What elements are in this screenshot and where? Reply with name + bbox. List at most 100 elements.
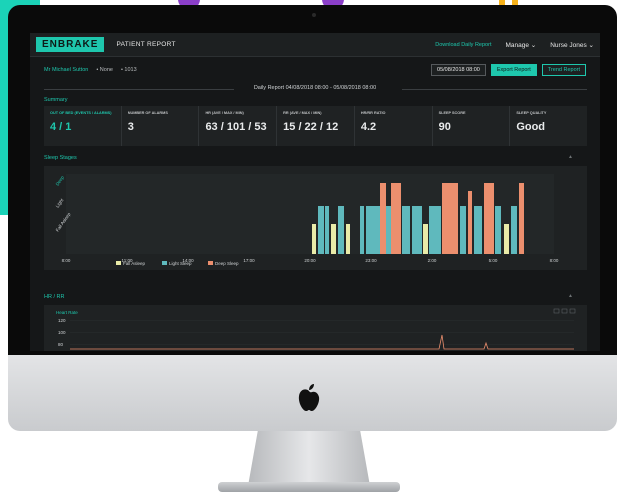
header-actions: Download Daily Report Manage ⌄ Nurse Jon… <box>435 41 594 49</box>
sleep-stage-bar <box>380 183 386 254</box>
sleep-stage-bar <box>325 206 329 254</box>
chevron-down-icon: ⌄ <box>588 41 594 49</box>
hr-series-line <box>70 334 574 350</box>
monitor-camera <box>312 13 316 17</box>
patient-bed: • 1013 <box>120 67 137 73</box>
manage-menu-label: Manage <box>505 41 529 49</box>
patient-info-row: Mr Michael Sutton • None • 1013 05/08/20… <box>30 59 600 81</box>
sleep-stage-bar <box>338 206 344 254</box>
card-label: SLEEP SCORE <box>438 111 466 115</box>
summary-card-rr: RR (Ave / Max / Min) 15 / 22 / 12 <box>277 106 355 146</box>
sleep-stage-bar <box>318 206 324 254</box>
x-tick-label: 5:00 <box>489 258 498 263</box>
card-label: HR/RR RATIO <box>360 111 386 115</box>
sleep-stage-bar <box>412 206 422 254</box>
chart-toolbar-icon <box>553 308 560 314</box>
page-title: PATIENT REPORT <box>116 41 176 48</box>
sleep-stage-bar <box>402 206 410 254</box>
apple-logo-icon <box>298 384 320 411</box>
date-picker[interactable]: 05/08/2018 08:00 <box>431 64 486 76</box>
x-tick-label: 8:00 <box>62 258 71 263</box>
collapse-icon[interactable]: ▲ <box>568 154 573 160</box>
card-label: NUMBER OF ALARMS <box>127 111 168 115</box>
trend-report-button[interactable]: Trend Report <box>541 64 586 76</box>
y-axis-label: Deep <box>55 174 66 186</box>
sleep-stage-bar <box>360 206 364 254</box>
daily-report-range: Daily Report 04/08/2018 08:00 - 05/08/20… <box>253 85 377 91</box>
legend-swatch <box>162 261 167 265</box>
summary-card-sleep-score: SLEEP SCORE 90 <box>433 106 511 146</box>
monitor-stand-base <box>218 482 400 492</box>
sleep-stage-bar <box>423 224 428 254</box>
summary-card-hr-rr-ratio: HR/RR RATIO 4.2 <box>355 106 433 146</box>
x-tick-label: 8:00 <box>550 258 559 263</box>
export-report-button[interactable]: Export Report <box>490 64 537 76</box>
monitor-screen: ENBRAKE PATIENT REPORT Download Daily Re… <box>30 33 600 351</box>
card-label: RR (Ave / Max / Min) <box>283 111 322 115</box>
sleep-stages-chart: Deep Light Fall Asleep 8:00 11:00 14:00 17:00 2… <box>44 166 587 270</box>
app-header: ENBRAKE PATIENT REPORT Download Daily Re… <box>30 33 600 57</box>
y-axis-label: Light <box>55 197 65 208</box>
manage-menu[interactable]: Manage ⌄ <box>505 41 536 49</box>
x-tick-label: 23:00 <box>365 258 377 263</box>
sleep-stage-bar <box>495 206 501 254</box>
patient-room: • None <box>96 67 113 73</box>
legend-label: Deep Sleep <box>215 261 239 266</box>
sleep-stage-bar <box>346 224 350 254</box>
summary-card-sleep-quality: SLEEP QUALITY Good <box>510 106 587 146</box>
photo-scene: ENBRAKE PATIENT REPORT Download Daily Re… <box>0 0 617 499</box>
legend-swatch <box>116 261 121 265</box>
monitor-stand-neck <box>248 431 370 486</box>
x-tick-label: 2:00 <box>428 258 437 263</box>
y-tick-label: 80 <box>58 342 64 347</box>
summary-card-alarms: NUMBER OF ALARMS 3 <box>122 106 200 146</box>
sleep-stage-bar <box>460 206 466 254</box>
sleep-stage-bar <box>511 206 517 254</box>
card-label: HR (Ave / Max / Min) <box>205 111 244 115</box>
card-label: OUT OF BED (Events / Alarms) <box>50 111 112 115</box>
card-value: 63 / 101 / 53 <box>205 121 267 133</box>
card-label: SLEEP QUALITY <box>516 111 547 115</box>
hr-rr-svg: Heart Rate 120 100 80 <box>56 308 576 350</box>
y-tick-label: 100 <box>58 330 66 335</box>
collapse-icon[interactable]: ▲ <box>568 293 573 299</box>
legend-swatch <box>208 261 213 265</box>
card-value: 90 <box>438 121 451 133</box>
sleep-stage-bar <box>519 183 524 254</box>
series-label: Heart Rate <box>56 310 78 315</box>
download-daily-report-link[interactable]: Download Daily Report <box>435 42 491 48</box>
chart-toolbar-icon <box>561 308 568 314</box>
report-actions: 05/08/2018 08:00 Export Report Trend Rep… <box>431 64 586 76</box>
card-value: 3 <box>127 121 134 133</box>
user-menu-label: Nurse Jones <box>550 41 587 49</box>
summary-panel: OUT OF BED (Events / Alarms) 4 / 1 NUMBE… <box>44 106 587 146</box>
sleep-stage-bar <box>312 224 316 254</box>
summary-card-hr: HR (Ave / Max / Min) 63 / 101 / 53 <box>199 106 278 146</box>
sleep-stages-svg: DeepLightFall Asleep8:00 11:00 14:00 17:00 2… <box>55 174 559 266</box>
hr-rr-title: HR / RR <box>44 294 65 300</box>
card-value: Good <box>516 121 546 133</box>
sleep-stage-bar <box>504 224 509 254</box>
sleep-stage-bar <box>331 224 336 254</box>
summary-title: Summary <box>44 97 68 103</box>
sleep-stage-bar <box>484 183 494 254</box>
x-tick-label: 17:00 <box>243 258 255 263</box>
app-logo[interactable]: ENBRAKE <box>36 37 105 52</box>
chevron-down-icon: ⌄ <box>530 41 537 49</box>
summary-card-out-of-bed: OUT OF BED (Events / Alarms) 4 / 1 <box>44 106 122 146</box>
sleep-stage-bar <box>429 206 441 254</box>
user-menu[interactable]: Nurse Jones ⌄ <box>550 41 594 49</box>
sleep-stage-bar <box>442 183 458 254</box>
chart-toolbar-icon <box>569 308 576 314</box>
sleep-stage-bar <box>474 206 482 254</box>
sleep-stages-title: Sleep Stages <box>44 155 77 161</box>
x-tick-label: 20:00 <box>304 258 316 263</box>
card-value: 4 / 1 <box>50 121 72 133</box>
sleep-stage-bar <box>468 191 472 254</box>
card-value: 15 / 22 / 12 <box>283 121 339 133</box>
divider <box>402 89 587 90</box>
patient-name[interactable]: Mr Michael Sutton <box>44 67 88 73</box>
sleep-stage-bar <box>391 183 401 254</box>
hr-rr-chart: Heart Rate 120 100 80 <box>44 305 587 351</box>
card-value: 4.2 <box>360 121 377 133</box>
